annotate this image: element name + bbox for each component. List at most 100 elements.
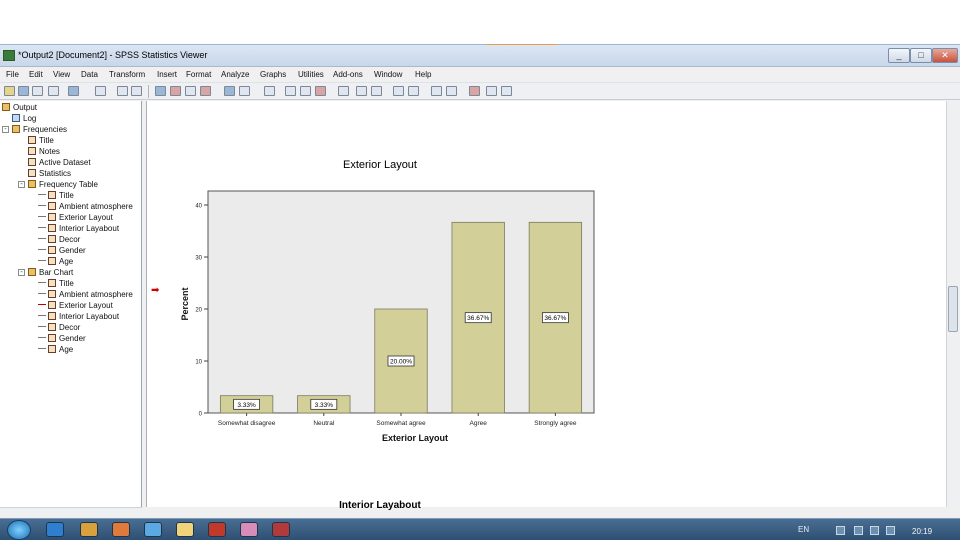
outline-item[interactable]: Title [38,190,74,201]
outline-item[interactable]: Statistics [28,168,71,179]
internet-explorer-icon[interactable] [46,522,64,537]
outline-item[interactable]: Ambient atmosphere [38,289,133,300]
menu-help[interactable]: Help [415,70,431,79]
goto-data-icon[interactable] [155,86,166,96]
menu-analyze[interactable]: Analyze [221,70,249,79]
chrome-icon[interactable] [144,522,162,537]
tree-connector [38,293,46,294]
outline-item[interactable]: Title [28,135,54,146]
show-icon[interactable] [431,86,442,96]
tray-power-icon[interactable] [854,526,863,535]
menu-insert[interactable]: Insert [157,70,177,79]
insert-title-icon[interactable] [486,86,497,96]
show-all-icon[interactable] [224,86,235,96]
menu-utilities[interactable]: Utilities [298,70,324,79]
output-item-icon [48,312,56,320]
variables-icon[interactable] [185,86,196,96]
outline-item-label: Title [59,279,74,288]
outline-item[interactable]: Gender [38,333,86,344]
export-icon[interactable] [68,86,79,96]
outline-item[interactable]: Decor [38,234,80,245]
hide-icon[interactable] [446,86,457,96]
tree-connector [38,216,46,217]
bar-chart[interactable]: 0 10 20 30 40 Percent 3.33% Somewhat disagree 3.… [170,185,610,447]
y-tick-label: 30 [195,256,202,262]
title-bar[interactable]: *Output2 [Document2] - SPSS Statistics V… [0,45,960,67]
outline-item[interactable]: Active Dataset [28,157,91,168]
menu-format[interactable]: Format [186,70,211,79]
outline-item[interactable]: Age [38,256,73,267]
language-indicator[interactable]: EN [798,525,809,534]
outline-item[interactable]: Decor [38,322,80,333]
outline-item-label: Frequency Table [39,180,98,189]
content-vertical-scrollbar[interactable] [946,101,959,507]
firefox-icon[interactable] [112,522,130,537]
media-player-icon[interactable] [80,522,98,537]
menu-data[interactable]: Data [81,70,98,79]
redo-icon[interactable] [131,86,142,96]
menu-file[interactable]: File [6,70,19,79]
plus-icon[interactable] [393,86,404,96]
outline-item[interactable]: Output [2,102,37,113]
maximize-button[interactable]: □ [910,48,932,63]
outline-item[interactable]: Log [12,113,36,124]
outline-item[interactable]: Gender [38,245,86,256]
y-axis-label: Percent [180,287,190,320]
minus-icon[interactable] [408,86,419,96]
use-sets-icon[interactable] [200,86,211,96]
save-icon[interactable] [18,86,29,96]
outline-item[interactable]: Interior Layabout [38,223,119,234]
undo-icon[interactable] [117,86,128,96]
tray-flag-icon[interactable] [836,526,845,535]
powerpoint-icon[interactable] [208,522,226,537]
print-preview-icon[interactable] [48,86,59,96]
outline-item[interactable]: Frequencies [12,124,67,135]
outline-item[interactable]: Exterior Layout [38,300,113,311]
tree-connector [38,227,46,228]
tree-expander-icon[interactable]: - [18,181,25,188]
close-button[interactable]: ✕ [932,48,958,63]
outline-item[interactable]: Ambient atmosphere [38,201,133,212]
outline-item[interactable]: Frequency Table [28,179,98,190]
nav-back-icon[interactable] [356,86,367,96]
tree-expander-icon[interactable]: - [2,126,9,133]
demote-icon[interactable] [300,86,311,96]
expand-icon[interactable] [338,86,349,96]
tree-connector [38,304,46,305]
start-button[interactable] [7,520,31,540]
spss-taskbar-icon[interactable] [272,522,290,537]
outline-item[interactable]: Exterior Layout [38,212,113,223]
scrollbar-thumb[interactable] [948,286,958,332]
menu-transform[interactable]: Transform [109,70,145,79]
menu-bar: File Edit View Data Transform Insert For… [0,68,960,82]
paint-icon[interactable] [240,522,258,537]
designate-window-icon[interactable] [264,86,275,96]
collapse-icon[interactable] [315,86,326,96]
tray-volume-icon[interactable] [886,526,895,535]
menu-view[interactable]: View [53,70,70,79]
promote-icon[interactable] [285,86,296,96]
explorer-folder-icon[interactable] [176,522,194,537]
menu-window[interactable]: Window [374,70,402,79]
nav-forward-icon[interactable] [371,86,382,96]
open-icon[interactable] [4,86,15,96]
recall-dialog-icon[interactable] [95,86,106,96]
menu-addons[interactable]: Add-ons [333,70,363,79]
menu-graphs[interactable]: Graphs [260,70,286,79]
minimize-button[interactable]: _ [888,48,910,63]
outline-item[interactable]: Interior Layabout [38,311,119,322]
insert-text-icon[interactable] [501,86,512,96]
outline-item[interactable]: Bar Chart [28,267,73,278]
output-item-icon [48,301,56,309]
outline-item[interactable]: Title [38,278,74,289]
spellcheck-icon[interactable] [239,86,250,96]
goto-case-icon[interactable] [170,86,181,96]
outline-item[interactable]: Age [38,344,73,355]
print-icon[interactable] [32,86,43,96]
outline-item[interactable]: Notes [28,146,60,157]
tree-expander-icon[interactable]: - [18,269,25,276]
menu-edit[interactable]: Edit [29,70,43,79]
tray-network-icon[interactable] [870,526,879,535]
insert-heading-icon[interactable] [469,86,480,96]
clock[interactable]: 20:19 [912,527,932,536]
